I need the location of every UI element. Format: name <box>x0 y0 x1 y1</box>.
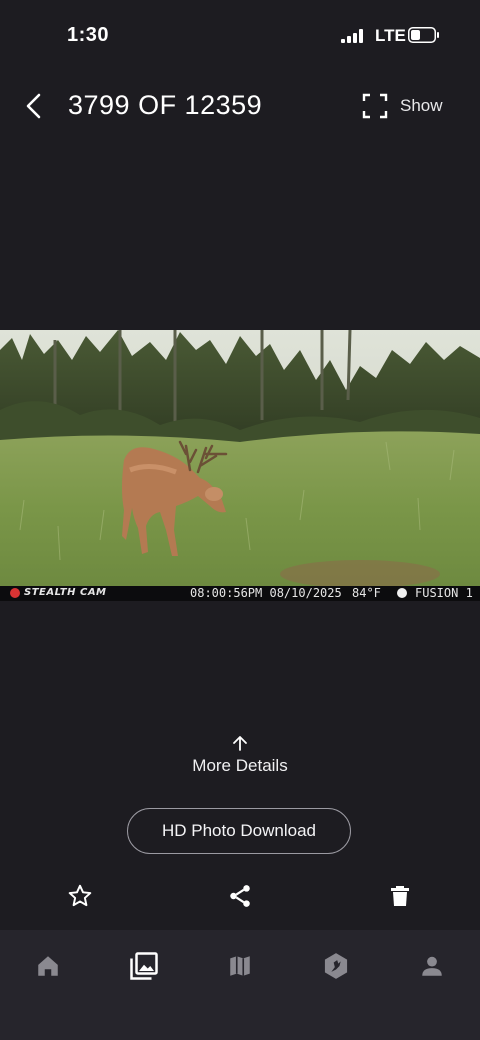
bottom-navigation <box>0 930 480 1040</box>
status-time: 1:30 <box>67 24 110 46</box>
back-button[interactable] <box>16 88 52 124</box>
hunt-icon <box>324 953 348 979</box>
arrow-up-icon <box>233 736 247 751</box>
trash-icon <box>391 886 409 906</box>
nav-gallery[interactable] <box>124 950 164 982</box>
photo-datetime: 08:00:56PM 08/10/2025 <box>190 586 342 600</box>
nav-profile[interactable] <box>412 950 452 982</box>
photo-counter: 3799 OF 12359 <box>68 90 263 120</box>
home-icon <box>38 956 58 976</box>
battery-icon <box>408 27 439 43</box>
photo-temperature: 84°F <box>352 586 381 600</box>
nav-hunt[interactable] <box>316 950 356 982</box>
show-fullscreen-button[interactable]: Show <box>362 92 443 120</box>
brand-logo-icon <box>10 587 20 598</box>
nav-home[interactable] <box>28 950 68 982</box>
show-label: Show <box>400 96 443 115</box>
more-details-label: More Details <box>192 756 288 775</box>
photo-info-strip: STEALTH CAM 08:00:56PM 08/10/2025 84°F F… <box>0 586 480 601</box>
deer-photo-image <box>0 330 480 586</box>
network-label: LTE <box>375 26 406 45</box>
profile-icon <box>422 956 442 976</box>
fullscreen-icon <box>362 93 388 119</box>
brand-name: STEALTH CAM <box>24 587 107 598</box>
trail-camera-photo[interactable] <box>0 330 480 586</box>
map-icon <box>230 956 250 976</box>
camera-name: FUSION 1 <box>415 586 473 600</box>
star-icon <box>68 884 92 907</box>
signal-icon <box>341 29 363 43</box>
moon-phase-icon <box>397 588 407 598</box>
delete-button[interactable] <box>384 880 416 912</box>
nav-map[interactable] <box>220 950 260 982</box>
share-button[interactable] <box>224 880 256 912</box>
favorite-button[interactable] <box>64 880 96 912</box>
share-icon <box>230 885 250 907</box>
chevron-left-icon <box>26 93 41 119</box>
more-details-button[interactable]: More Details <box>0 734 480 776</box>
hd-photo-download-button[interactable]: HD Photo Download <box>127 808 351 854</box>
gallery-icon <box>130 952 158 980</box>
brand-logo: STEALTH CAM <box>10 587 107 598</box>
